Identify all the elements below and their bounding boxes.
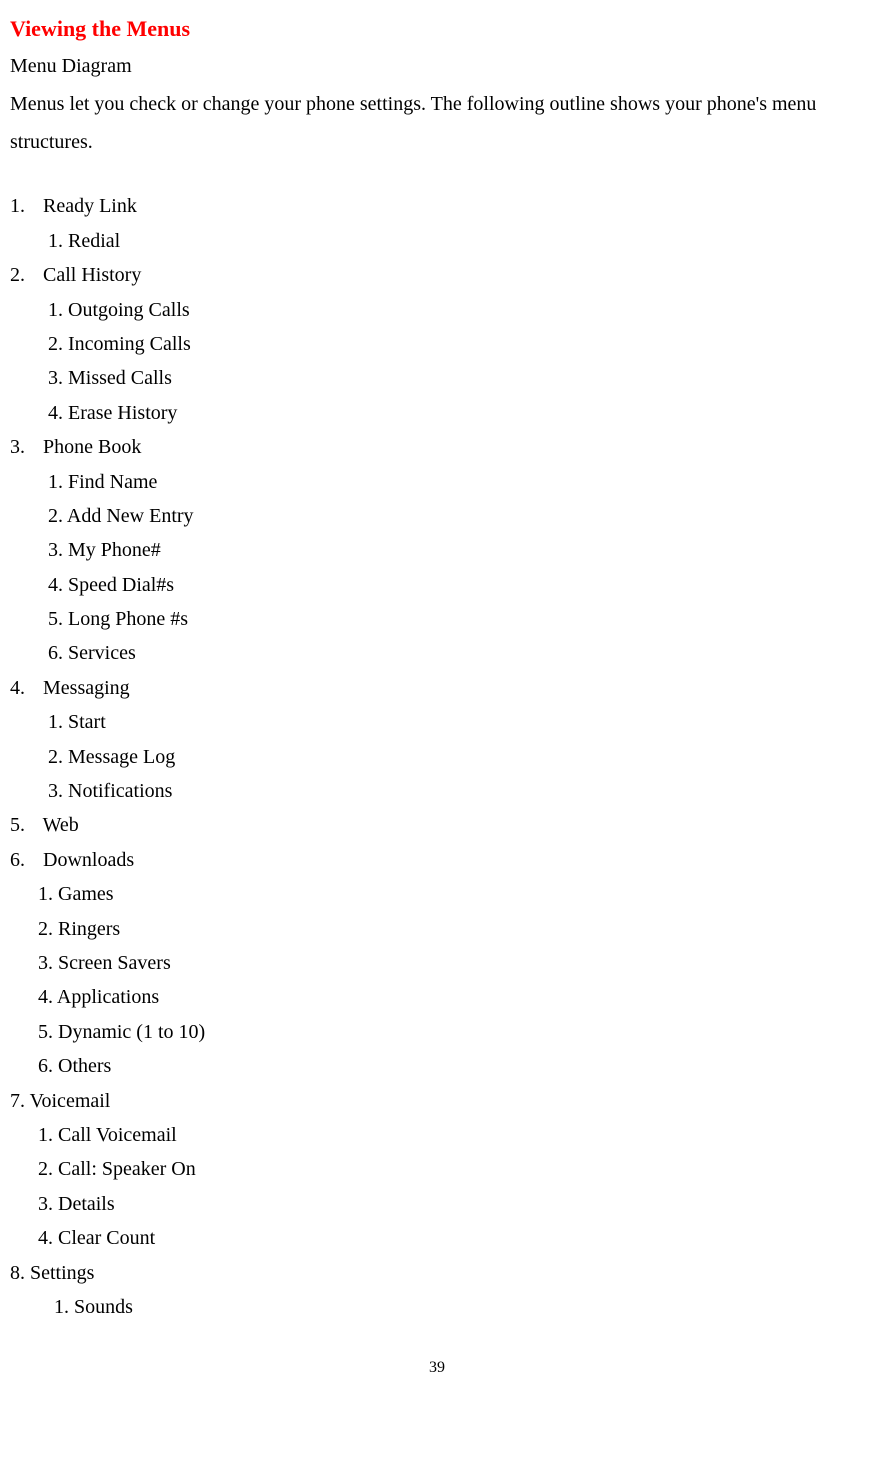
menu-sub-item: 3. My Phone# [10,533,864,567]
section-subheading: Menu Diagram [10,49,864,83]
page-number: 39 [10,1354,864,1381]
menu-sub-item: 5. Long Phone #s [10,602,864,636]
menu-sub-item: 4. Speed Dial#s [10,568,864,602]
menu-top-item: 8. Settings [10,1256,864,1290]
menu-outline: 1. Ready Link1. Redial2. Call History1. … [10,189,864,1324]
menu-item-label: Downloads [38,849,134,871]
menu-top-item: 7. Voicemail [10,1084,864,1118]
menu-top-item: 1. Ready Link [10,189,864,223]
menu-item-number: 5. [10,808,38,842]
menu-sub-item: 2. Ringers [10,912,864,946]
menu-top-item: 2. Call History [10,258,864,292]
menu-item-label: Call History [38,264,141,286]
menu-sub-item: 2. Incoming Calls [10,327,864,361]
menu-sub-item: 5. Dynamic (1 to 10) [10,1015,864,1049]
menu-sub-item: 6. Services [10,636,864,670]
menu-sub-item: 6. Others [10,1049,864,1083]
menu-sub-item: 3. Screen Savers [10,946,864,980]
menu-sub-item: 3. Details [10,1187,864,1221]
menu-sub-item: 1. Call Voicemail [10,1118,864,1152]
menu-item-label: Ready Link [38,195,137,217]
menu-sub-item: 1. Outgoing Calls [10,293,864,327]
menu-sub-item: 2. Message Log [10,740,864,774]
menu-item-number: 4. [10,671,38,705]
menu-sub-item: 3. Notifications [10,774,864,808]
menu-sub-item: 2. Add New Entry [10,499,864,533]
menu-sub-item: 4. Erase History [10,396,864,430]
menu-top-item: 4. Messaging [10,671,864,705]
menu-sub-item: 1. Sounds [10,1290,864,1324]
menu-sub-item: 1. Start [10,705,864,739]
menu-item-number: 2. [10,258,38,292]
menu-sub-item: 1. Games [10,877,864,911]
section-heading: Viewing the Menus [10,10,864,47]
menu-sub-item: 3. Missed Calls [10,361,864,395]
menu-sub-item: 4. Clear Count [10,1221,864,1255]
menu-item-label: Phone Book [38,436,141,458]
menu-top-item: 6. Downloads [10,843,864,877]
menu-item-label: Messaging [38,677,130,699]
menu-sub-item: 1. Redial [10,224,864,258]
intro-paragraph: Menus let you check or change your phone… [10,85,864,161]
menu-item-number: 3. [10,430,38,464]
menu-sub-item: 4. Applications [10,980,864,1014]
menu-sub-item: 2. Call: Speaker On [10,1152,864,1186]
menu-item-number: 1. [10,189,38,223]
menu-item-label: Web [38,814,79,836]
menu-top-item: 3. Phone Book [10,430,864,464]
menu-item-number: 6. [10,843,38,877]
menu-top-item: 5. Web [10,808,864,842]
menu-sub-item: 1. Find Name [10,465,864,499]
